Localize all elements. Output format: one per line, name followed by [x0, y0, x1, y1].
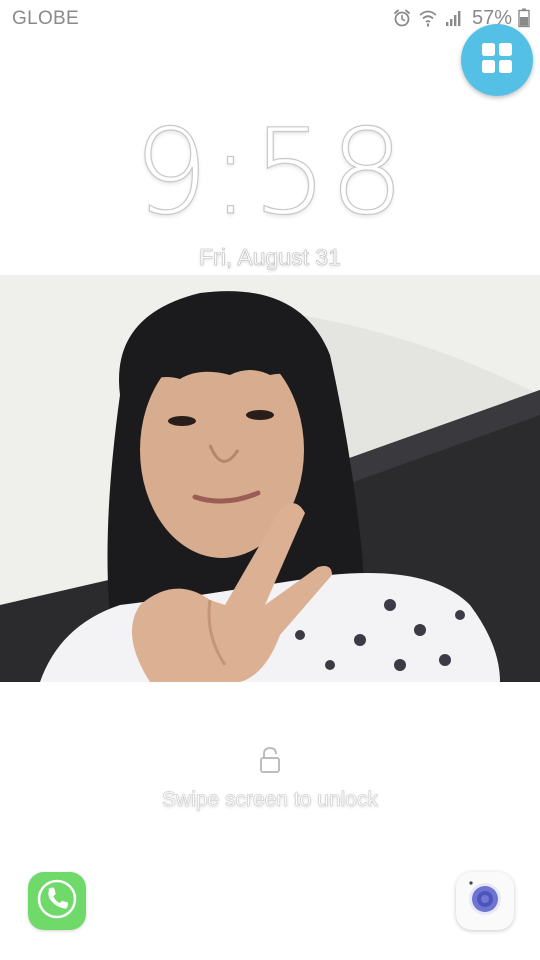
lock-icon [258, 746, 282, 774]
wifi-icon [418, 8, 438, 28]
apps-button[interactable] [461, 24, 533, 96]
unlock-hint: Swipe screen to unlock [162, 788, 378, 812]
phone-icon [37, 879, 77, 924]
camera-icon [463, 877, 507, 926]
lock-clock: 9:58 [133, 103, 407, 241]
wallpaper-photo [0, 275, 540, 682]
signal-icon [444, 8, 464, 28]
camera-shortcut[interactable] [456, 872, 514, 930]
carrier-name: GLOBE [12, 8, 79, 29]
apps-grid-icon [480, 41, 514, 80]
phone-shortcut[interactable] [28, 872, 86, 930]
lock-date: Fri, August 31 [199, 244, 342, 271]
status-bar: GLOBE 57% [0, 0, 540, 38]
alarm-icon [392, 8, 412, 28]
battery-icon [518, 8, 530, 28]
lock-screen[interactable]: GLOBE 57% 9:58 Fri, August 31 Swipe scre… [0, 0, 540, 960]
